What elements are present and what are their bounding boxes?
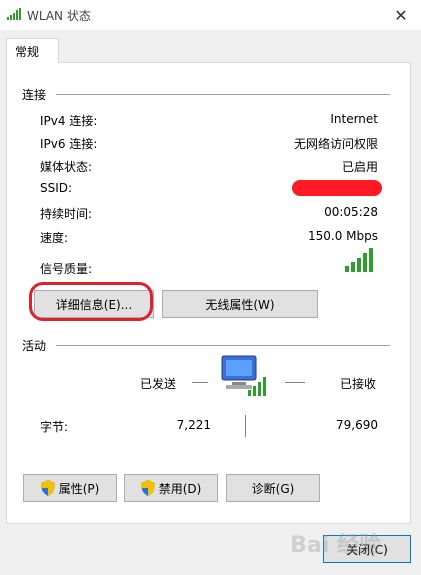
network-computer-icon (221, 355, 266, 396)
watermark-text: Bai 经验 (290, 533, 381, 558)
bytes-label: 字节: (40, 420, 69, 434)
received-dash (285, 382, 305, 383)
speed-label: 速度: (40, 231, 69, 245)
window-close-button[interactable]: ✕ (381, 0, 421, 30)
tab-general[interactable]: 常规 (6, 38, 59, 63)
duration-label: 持续时间: (40, 207, 93, 221)
ipv4-label: IPv4 连接: (40, 114, 98, 128)
disable-button[interactable]: 禁用(D) (124, 474, 218, 502)
speed-value: 150.0 Mbps (307, 229, 378, 243)
diagnose-button-label: 诊断(G) (251, 481, 295, 496)
sent-label: 已发送 (140, 377, 177, 391)
ssid-redaction-mark (292, 180, 382, 196)
disable-button-label: 禁用(D) (158, 481, 202, 496)
properties-button[interactable]: 属性(P) (23, 474, 117, 502)
uac-shield-icon (140, 480, 155, 496)
highlight-circle (29, 282, 153, 321)
bytes-received-value: 79,690 (336, 418, 378, 432)
received-label: 已接收 (340, 377, 377, 391)
close-icon: ✕ (394, 5, 408, 25)
ssid-label: SSID: (40, 181, 73, 195)
bytes-separator (245, 415, 246, 437)
tab-label: 常规 (15, 45, 40, 59)
wifi-signal-icon (7, 8, 21, 20)
wireless-properties-button[interactable]: 无线属性(W) (162, 290, 318, 318)
properties-button-label: 属性(P) (58, 481, 100, 496)
bytes-sent-value: 7,221 (176, 418, 211, 432)
media-state-value: 已启用 (341, 160, 378, 174)
title-bar: WLAN 状态 ✕ (0, 0, 421, 30)
connection-divider (56, 94, 390, 95)
media-state-label: 媒体状态: (40, 160, 93, 174)
activity-heading: 活动 (22, 339, 47, 353)
connection-heading: 连接 (22, 88, 47, 102)
wireless-properties-label: 无线属性(W) (205, 297, 275, 312)
uac-shield-icon (40, 480, 55, 496)
ipv6-label: IPv6 连接: (40, 137, 98, 151)
diagnose-button[interactable]: 诊断(G) (226, 474, 320, 502)
activity-divider (56, 345, 390, 346)
duration-value: 00:05:28 (324, 205, 378, 219)
ipv6-value: 无网络访问权限 (293, 137, 378, 151)
sent-dash (192, 382, 208, 383)
signal-quality-icon (345, 248, 373, 272)
signal-quality-label: 信号质量: (40, 262, 93, 276)
window-title: WLAN 状态 (27, 9, 91, 23)
ipv4-value: Internet (330, 112, 378, 126)
